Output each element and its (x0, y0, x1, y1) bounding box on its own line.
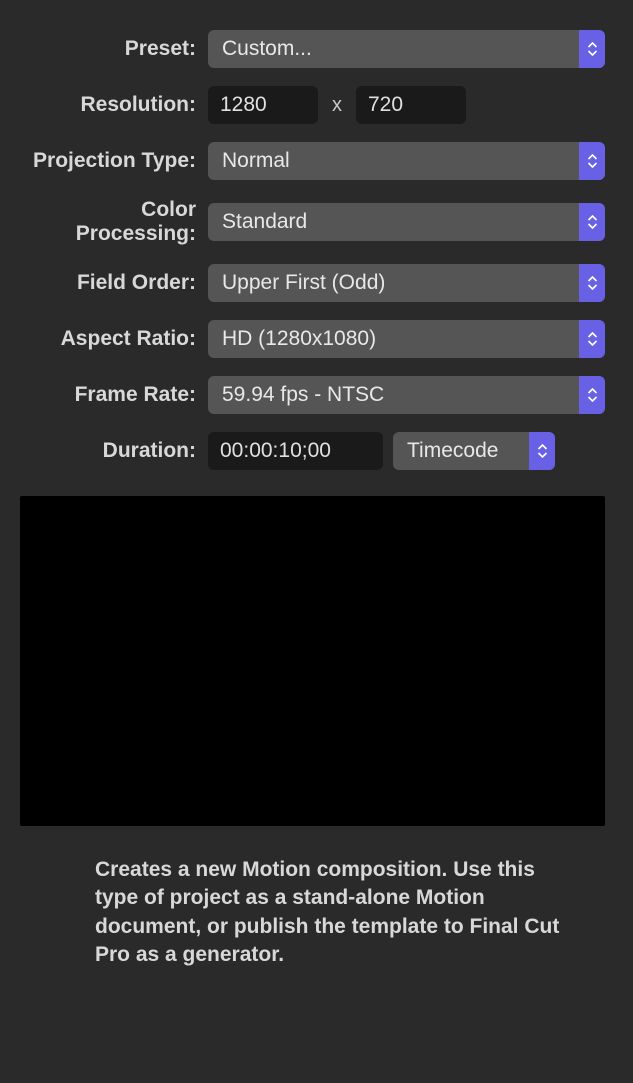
color-label: Color Processing: (20, 198, 208, 246)
updown-icon (529, 432, 555, 470)
color-value: Standard (222, 210, 579, 234)
updown-icon (579, 376, 605, 414)
resolution-height-input[interactable] (356, 86, 466, 124)
aspect-label: Aspect Ratio: (20, 327, 208, 351)
projection-select[interactable]: Normal (208, 142, 605, 180)
framerate-value: 59.94 fps - NTSC (222, 383, 579, 407)
framerate-select[interactable]: 59.94 fps - NTSC (208, 376, 605, 414)
field-label: Field Order: (20, 271, 208, 295)
aspect-row: Aspect Ratio: HD (1280x1080) (20, 320, 605, 358)
duration-label: Duration: (20, 439, 208, 463)
aspect-select[interactable]: HD (1280x1080) (208, 320, 605, 358)
preset-value: Custom... (222, 37, 579, 61)
field-row: Field Order: Upper First (Odd) (20, 264, 605, 302)
preset-select[interactable]: Custom... (208, 30, 605, 68)
framerate-row: Frame Rate: 59.94 fps - NTSC (20, 376, 605, 414)
field-value: Upper First (Odd) (222, 271, 579, 295)
updown-icon (579, 142, 605, 180)
preview-area (20, 496, 605, 826)
resolution-row: Resolution: x (20, 86, 605, 124)
color-row: Color Processing: Standard (20, 198, 605, 246)
resolution-label: Resolution: (20, 93, 208, 117)
resolution-width-input[interactable] (208, 86, 318, 124)
duration-row: Duration: Timecode (20, 432, 605, 470)
duration-input[interactable] (208, 432, 383, 470)
projection-row: Projection Type: Normal (20, 142, 605, 180)
projection-label: Projection Type: (20, 149, 208, 173)
description-text: Creates a new Motion composition. Use th… (20, 856, 605, 969)
preset-label: Preset: (20, 37, 208, 61)
updown-icon (579, 320, 605, 358)
color-select[interactable]: Standard (208, 203, 605, 241)
updown-icon (579, 30, 605, 68)
timemode-select[interactable]: Timecode (393, 432, 555, 470)
aspect-value: HD (1280x1080) (222, 327, 579, 351)
timemode-value: Timecode (407, 439, 529, 463)
projection-value: Normal (222, 149, 579, 173)
updown-icon (579, 264, 605, 302)
preset-row: Preset: Custom... (20, 30, 605, 68)
updown-icon (579, 203, 605, 241)
framerate-label: Frame Rate: (20, 383, 208, 407)
field-select[interactable]: Upper First (Odd) (208, 264, 605, 302)
x-separator: x (328, 94, 346, 117)
